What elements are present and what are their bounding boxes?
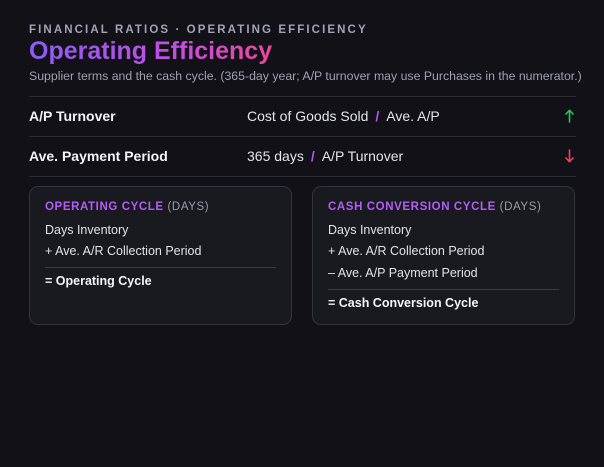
operating-cycle-card: OPERATING CYCLE (DAYS) Days Inventory + … (29, 186, 292, 325)
cycle-cards: OPERATING CYCLE (DAYS) Days Inventory + … (29, 186, 576, 327)
card-result: = Operating Cycle (45, 274, 152, 288)
formula-numerator: Cost of Goods Sold (247, 108, 369, 124)
card-heading: OPERATING CYCLE (DAYS) (45, 201, 209, 213)
formula-numerator: 365 days (247, 148, 304, 164)
formula-divider: / (375, 108, 380, 124)
formula-denominator: A/P Turnover (321, 148, 404, 164)
formula-denominator: Ave. A/P (386, 108, 440, 124)
card-heading: CASH CONVERSION CYCLE (DAYS) (328, 201, 541, 213)
page-title: Operating Efficiency (29, 37, 273, 65)
section-eyebrow: FINANCIAL RATIOS · OPERATING EFFICIENCY (29, 24, 368, 36)
card-line: Days Inventory (45, 223, 129, 237)
card-title: CASH CONVERSION CYCLE (328, 201, 496, 213)
arrow-up-icon (565, 109, 574, 123)
cash-conversion-cycle-card: CASH CONVERSION CYCLE (DAYS) Days Invent… (312, 186, 575, 325)
ratio-formula: 365 days / A/P Turnover (247, 148, 403, 164)
ratio-row-ave-payment-period: Ave. Payment Period 365 days / A/P Turnove… (29, 136, 576, 177)
card-divider (328, 289, 559, 290)
ratio-label: A/P Turnover (29, 108, 116, 124)
arrow-down-icon (565, 149, 574, 163)
formula-divider: / (310, 148, 315, 164)
ratio-label: Ave. Payment Period (29, 148, 168, 164)
card-unit: (DAYS) (499, 201, 542, 213)
card-line: + Ave. A/R Collection Period (328, 244, 485, 258)
card-line: Days Inventory (328, 223, 412, 237)
ratio-formula: Cost of Goods Sold / Ave. A/P (247, 108, 440, 124)
card-result: = Cash Conversion Cycle (328, 296, 479, 310)
ratio-row-ap-turnover: A/P Turnover Cost of Goods Sold / Ave. A/P (29, 96, 576, 136)
card-divider (45, 267, 276, 268)
card-unit: (DAYS) (167, 201, 210, 213)
ratio-table: A/P Turnover Cost of Goods Sold / Ave. A/P… (29, 96, 576, 177)
card-line: + Ave. A/R Collection Period (45, 244, 202, 258)
card-title: OPERATING CYCLE (45, 201, 164, 213)
page-subtitle: Supplier terms and the cash cycle. (365-… (29, 69, 582, 83)
card-line: – Ave. A/P Payment Period (328, 266, 478, 280)
